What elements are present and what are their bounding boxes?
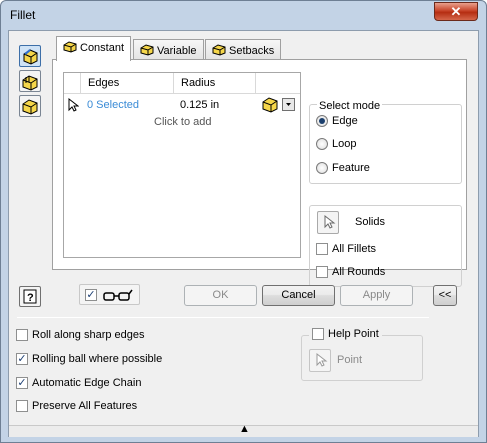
collapse-arrow-icon[interactable]: ▲ bbox=[239, 423, 250, 435]
radio-indicator bbox=[316, 162, 328, 175]
title-bar[interactable]: Fillet ✕ bbox=[1, 1, 486, 29]
fillet-type-full-round-button[interactable] bbox=[19, 95, 41, 117]
variable-tab-icon bbox=[140, 44, 154, 56]
fillet-type-face-button[interactable] bbox=[19, 70, 41, 92]
help-icon: ? bbox=[23, 289, 37, 304]
all-rounds-checkbox[interactable]: All Rounds bbox=[316, 266, 386, 279]
help-point-select-button[interactable] bbox=[309, 349, 331, 372]
preserve-all-features-checkbox[interactable]: Preserve All Features bbox=[16, 400, 138, 413]
ok-button[interactable]: OK bbox=[184, 285, 257, 306]
roll-along-sharp-edges-checkbox[interactable]: Roll along sharp edges bbox=[16, 329, 145, 342]
window-title: Fillet bbox=[10, 8, 36, 22]
full-round-fillet-icon bbox=[22, 99, 38, 115]
tab-constant[interactable]: Constant bbox=[56, 36, 132, 61]
mode-loop-radio[interactable]: Loop bbox=[316, 138, 357, 151]
chevron-down-icon bbox=[286, 103, 291, 106]
checkbox-box bbox=[316, 266, 328, 279]
mode-edge-radio[interactable]: Edge bbox=[316, 115, 358, 128]
separator bbox=[17, 317, 429, 318]
all-fillets-checkbox[interactable]: All Fillets bbox=[316, 243, 377, 256]
grid-header: Edges Radius bbox=[64, 73, 300, 94]
fillet-type-edge-button[interactable] bbox=[19, 45, 41, 67]
column-header-radius[interactable]: Radius bbox=[174, 73, 256, 94]
all-fillets-label: All Fillets bbox=[332, 243, 377, 256]
fillet-dialog: Fillet ✕ Constant Variable Setbacks Edge… bbox=[0, 0, 487, 443]
cursor-arrow-icon bbox=[68, 98, 79, 112]
dialog-body: Constant Variable Setbacks Edges Radius bbox=[8, 30, 479, 437]
checkbox-box bbox=[16, 400, 28, 413]
tab-setbacks[interactable]: Setbacks bbox=[205, 39, 282, 60]
rolling-ball-checkbox[interactable]: ✓ Rolling ball where possible bbox=[16, 353, 163, 366]
checkbox-box bbox=[316, 243, 328, 256]
automatic-edge-chain-checkbox[interactable]: ✓ Automatic Edge Chain bbox=[16, 377, 142, 390]
checkbox-box: ✓ bbox=[16, 377, 28, 390]
tab-constant-label: Constant bbox=[80, 42, 125, 54]
mode-edge-label: Edge bbox=[332, 115, 358, 128]
tab-variable-label: Variable bbox=[157, 45, 197, 57]
checkbox-box: ✓ bbox=[16, 353, 28, 366]
preserve-all-features-label: Preserve All Features bbox=[32, 400, 138, 413]
rolling-ball-label: Rolling ball where possible bbox=[32, 353, 163, 366]
solids-select-button[interactable] bbox=[317, 211, 339, 234]
roll-along-sharp-edges-label: Roll along sharp edges bbox=[32, 329, 145, 342]
tab-setbacks-label: Setbacks bbox=[229, 45, 275, 57]
mode-loop-label: Loop bbox=[332, 138, 357, 151]
all-rounds-label: All Rounds bbox=[332, 266, 386, 279]
fillet-icon bbox=[23, 49, 38, 65]
radio-indicator bbox=[316, 138, 328, 151]
preview-checkbox[interactable]: ✓ bbox=[85, 289, 97, 301]
click-to-add-row[interactable]: Click to add bbox=[154, 116, 211, 128]
less-options-button[interactable]: << bbox=[433, 285, 457, 306]
checkbox-box bbox=[16, 329, 28, 342]
edge-select-icon[interactable] bbox=[262, 96, 279, 113]
mode-feature-label: Feature bbox=[332, 162, 370, 175]
face-fillet-icon bbox=[22, 75, 38, 91]
fillet-tab-icon bbox=[63, 41, 77, 53]
tab-variable[interactable]: Variable bbox=[133, 39, 204, 60]
constant-tab-panel: Edges Radius 0 Selected 0.125 in Click t… bbox=[52, 59, 467, 287]
setbacks-tab-icon bbox=[212, 44, 226, 56]
mode-feature-radio[interactable]: Feature bbox=[316, 162, 370, 175]
help-point-point-label: Point bbox=[337, 354, 363, 366]
help-button[interactable]: ? bbox=[19, 286, 41, 307]
close-button[interactable]: ✕ bbox=[434, 2, 478, 21]
select-arrow-icon bbox=[324, 214, 336, 229]
svg-text:?: ? bbox=[27, 292, 34, 304]
grid-corner bbox=[64, 73, 81, 94]
column-header-edges[interactable]: Edges bbox=[81, 73, 174, 94]
help-point-checkbox[interactable]: Help Point bbox=[309, 328, 382, 341]
apply-button[interactable]: Apply bbox=[340, 285, 413, 306]
help-point-label: Help Point bbox=[328, 328, 379, 341]
radius-dropdown-button[interactable] bbox=[282, 98, 295, 111]
radio-indicator bbox=[316, 115, 328, 128]
preview-toggle[interactable]: ✓ bbox=[79, 284, 140, 305]
cancel-button[interactable]: Cancel bbox=[262, 285, 335, 306]
edges-grid: Edges Radius 0 Selected 0.125 in Click t… bbox=[63, 72, 301, 258]
select-mode-title: Select mode bbox=[317, 100, 383, 112]
edges-selected-count[interactable]: 0 Selected bbox=[87, 99, 139, 111]
solids-label: Solids bbox=[355, 216, 385, 228]
select-arrow-icon bbox=[316, 352, 328, 367]
glasses-icon bbox=[103, 289, 133, 301]
checkbox-box bbox=[312, 328, 324, 341]
radius-value[interactable]: 0.125 in bbox=[180, 99, 219, 111]
automatic-edge-chain-label: Automatic Edge Chain bbox=[32, 377, 142, 390]
